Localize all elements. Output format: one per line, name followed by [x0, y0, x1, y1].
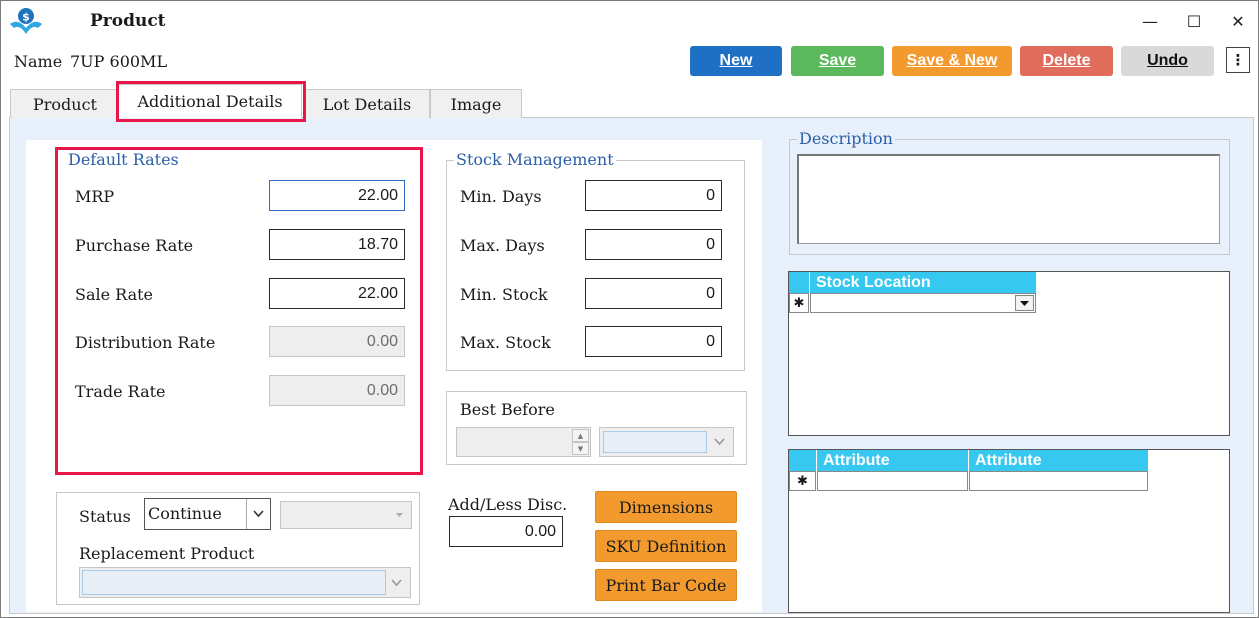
save-and-new-button[interactable]: Save & New: [892, 46, 1012, 76]
discount-label: Add/Less Disc.: [448, 495, 568, 514]
min-stock-input[interactable]: 0: [585, 278, 722, 309]
sale-rate-label: Sale Rate: [75, 285, 154, 304]
attribute-header-1: Attribute: [817, 450, 968, 471]
delete-button[interactable]: Delete: [1020, 46, 1113, 76]
best-before-unit-dropdown: [599, 427, 734, 457]
stock-management-title: Stock Management: [454, 150, 616, 169]
stock-location-cell[interactable]: [810, 293, 1036, 313]
attribute-cell-1[interactable]: [817, 471, 968, 491]
tab-lot-details[interactable]: Lot Details: [304, 89, 430, 118]
status-dropdown[interactable]: Continue: [144, 498, 271, 530]
mrp-input[interactable]: 22.00: [269, 180, 405, 211]
attribute-header-2: Attribute: [969, 450, 1148, 471]
grid-corner: [789, 272, 809, 293]
product-name: 7UP 600ML: [70, 52, 168, 71]
dropdown-field: [82, 570, 386, 595]
maximize-button[interactable]: ☐: [1172, 6, 1216, 36]
dropdown-button[interactable]: [1015, 295, 1034, 311]
dimensions-button[interactable]: Dimensions: [595, 491, 737, 523]
svg-text:$: $: [22, 11, 30, 24]
print-barcode-button[interactable]: Print Bar Code: [595, 569, 737, 601]
description-textarea[interactable]: [797, 154, 1220, 244]
attribute-cell-2[interactable]: [969, 471, 1148, 491]
tab-highlight: [116, 81, 306, 122]
minimize-button[interactable]: —: [1128, 6, 1172, 36]
chevron-down-icon: [396, 513, 403, 517]
chevron-down-icon: [253, 510, 264, 518]
name-label: Name: [14, 52, 63, 71]
chevron-down-icon: [391, 579, 402, 587]
more-options-icon[interactable]: ⋮: [1226, 47, 1250, 73]
stock-location-header: Stock Location: [810, 272, 1036, 293]
new-row-marker-icon: ✱: [789, 471, 816, 491]
window-title: Product: [90, 11, 166, 31]
replacement-product-dropdown: [79, 567, 411, 598]
mrp-label: MRP: [75, 187, 115, 206]
spinner-up-icon: ▲: [572, 429, 589, 442]
max-days-input[interactable]: 0: [585, 229, 722, 260]
min-days-input[interactable]: 0: [585, 180, 722, 211]
new-row-marker-icon: ✱: [789, 293, 809, 313]
description-title: Description: [797, 129, 895, 148]
dropdown-button[interactable]: [246, 499, 270, 529]
best-before-label: Best Before: [460, 400, 555, 419]
tab-product[interactable]: Product: [10, 89, 120, 118]
distribution-rate-input: 0.00: [269, 326, 405, 357]
purchase-rate-input[interactable]: 18.70: [269, 229, 405, 260]
dropdown-field: [603, 431, 707, 453]
status-value: Continue: [148, 504, 222, 523]
sku-definition-button[interactable]: SKU Definition: [595, 530, 737, 562]
min-stock-label: Min. Stock: [460, 285, 548, 304]
discount-input[interactable]: 0.00: [449, 516, 563, 547]
app-logo-icon: $: [6, 4, 46, 38]
trade-rate-label: Trade Rate: [75, 382, 166, 401]
status-secondary-dropdown: [280, 501, 412, 529]
distribution-rate-label: Distribution Rate: [75, 333, 216, 352]
max-stock-label: Max. Stock: [460, 333, 551, 352]
max-days-label: Max. Days: [460, 236, 545, 255]
best-before-spinner: ▲ ▼: [456, 427, 591, 457]
sale-rate-input[interactable]: 22.00: [269, 278, 405, 309]
tab-image[interactable]: Image: [430, 89, 522, 118]
chevron-down-icon: [1020, 300, 1029, 306]
close-button[interactable]: ✕: [1216, 6, 1259, 36]
max-stock-input[interactable]: 0: [585, 326, 722, 357]
new-button[interactable]: New: [690, 46, 782, 76]
status-label: Status: [79, 507, 131, 526]
trade-rate-input: 0.00: [269, 375, 405, 406]
undo-button[interactable]: Undo: [1121, 46, 1214, 76]
chevron-down-icon: [714, 438, 725, 446]
save-button[interactable]: Save: [791, 46, 884, 76]
spinner-down-icon: ▼: [572, 442, 589, 455]
default-rates-title: Default Rates: [66, 150, 181, 169]
purchase-rate-label: Purchase Rate: [75, 236, 194, 255]
grid-corner: [789, 450, 816, 471]
min-days-label: Min. Days: [460, 187, 542, 206]
replacement-product-label: Replacement Product: [79, 544, 255, 563]
